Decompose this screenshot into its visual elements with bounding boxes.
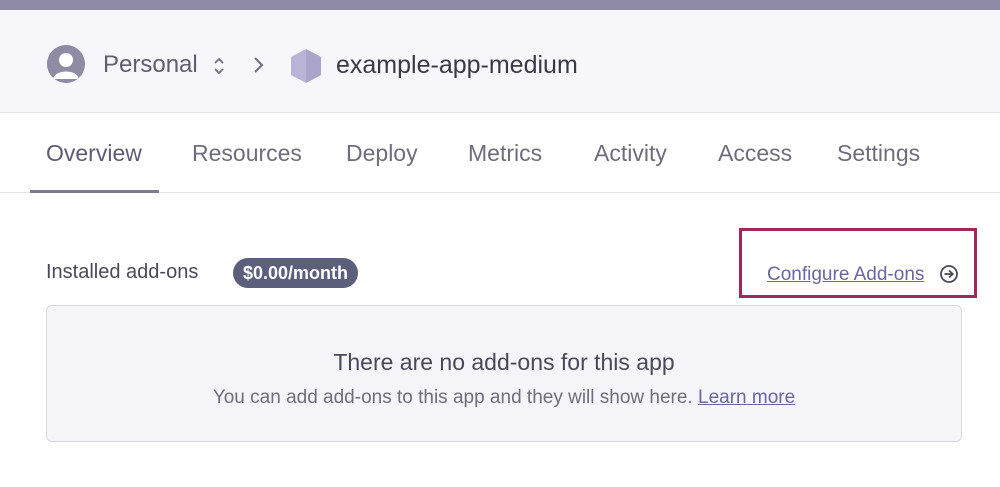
avatar-icon[interactable] [47, 45, 85, 83]
tab-activity[interactable]: Activity [594, 139, 667, 167]
app-name: example-app-medium [336, 51, 578, 79]
empty-state-text: You can add add-ons to this app and they… [212, 387, 693, 408]
tab-access[interactable]: Access [718, 139, 792, 167]
chevron-right-icon [254, 57, 264, 73]
top-accent-bar [0, 0, 1000, 16]
cost-badge: $0.00/month [233, 258, 359, 288]
configure-addons-link[interactable]: Configure Add-ons [767, 263, 924, 287]
empty-state-description: You can add add-ons to this app and they… [47, 386, 961, 410]
app-hexagon-icon [291, 49, 321, 83]
tab-settings[interactable]: Settings [837, 139, 920, 167]
learn-more-link[interactable]: Learn more [698, 387, 795, 408]
tab-deploy[interactable]: Deploy [346, 139, 418, 167]
tab-overview[interactable]: Overview [46, 139, 142, 167]
app-header: Personal example-app-medium [0, 16, 1000, 113]
empty-state-title: There are no add-ons for this app [333, 349, 675, 375]
addons-empty-state: There are no add-ons for this app You ca… [46, 305, 962, 442]
tab-resources[interactable]: Resources [192, 139, 302, 167]
tab-metrics[interactable]: Metrics [468, 139, 542, 167]
arrow-circle-right-icon[interactable] [939, 264, 959, 284]
app-nav-tabs: Overview Resources Deploy Metrics Activi… [0, 113, 1000, 193]
installed-addons-heading: Installed add-ons [46, 261, 199, 283]
team-switcher-label[interactable]: Personal [103, 51, 198, 79]
active-tab-indicator [30, 190, 159, 193]
switch-team-icon[interactable] [212, 55, 226, 77]
